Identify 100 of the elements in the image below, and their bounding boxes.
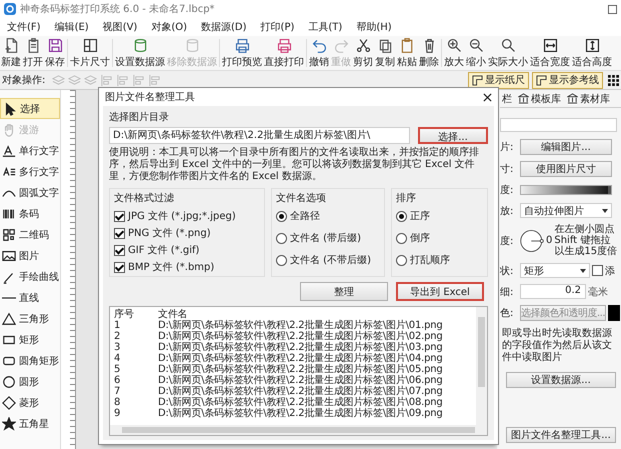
tool-item[interactable]: 圆弧文字: [0, 182, 60, 203]
radio-button[interactable]: [396, 210, 407, 222]
group-title: 文件名选项: [276, 192, 327, 205]
radio-button[interactable]: [276, 210, 287, 222]
radio-label: 倒序: [410, 232, 430, 245]
horizontal-scrollbar[interactable]: [110, 425, 487, 435]
toolbar-button[interactable]: 缩小: [465, 37, 487, 69]
table-cell: D:\新网页\条码标签软件\教程\2.2批量生成图片标签\图片\03.png: [158, 342, 443, 353]
table-cell: D:\新网页\条码标签软件\教程\2.2批量生成图片标签\图片\04.png: [158, 353, 443, 364]
dialog-button[interactable]: 整理: [300, 282, 388, 301]
table-cell: D:\新网页\条码标签软件\教程\2.2批量生成图片标签\图片\02.png: [158, 331, 443, 342]
menu-item[interactable]: 打印(P): [254, 20, 302, 34]
color-swatch[interactable]: [608, 305, 620, 321]
menu-item[interactable]: 编辑(E): [48, 20, 96, 34]
menu-item[interactable]: 数据源(D): [194, 20, 254, 34]
panel-button[interactable]: 使用图片尺寸: [520, 161, 612, 177]
toolbar-button[interactable]: 剪切: [352, 37, 374, 69]
toolbar-button[interactable]: 设置数据源: [114, 37, 166, 69]
tool-item[interactable]: 三角形: [0, 308, 60, 329]
tool-item[interactable]: 圆角矩形: [0, 350, 60, 371]
panel-button[interactable]: 编辑图片...: [520, 139, 612, 155]
toolbar-button[interactable]: 实际大小: [487, 37, 529, 69]
dropdown[interactable]: 自动拉伸图片: [520, 203, 612, 218]
checkbox[interactable]: [114, 228, 125, 238]
toolbar-button[interactable]: 粘贴: [396, 37, 418, 69]
diamond-icon: [2, 396, 16, 410]
toolbar-button[interactable]: 复制: [374, 37, 396, 69]
radio-button[interactable]: [276, 232, 287, 244]
menu-item[interactable]: 文件(F): [0, 20, 48, 34]
angle-dial-icon[interactable]: [520, 228, 544, 252]
tool-item[interactable]: 多行文字: [0, 161, 60, 182]
grid-icon[interactable]: [608, 74, 619, 86]
panel-button[interactable]: 图片文件名整理工具...: [506, 427, 616, 443]
ruler-icon: [536, 74, 547, 86]
close-icon[interactable]: [483, 92, 492, 102]
tool-item[interactable]: 矩形: [0, 329, 60, 350]
tool-item[interactable]: 二维码: [0, 224, 60, 245]
tool-item[interactable]: 单行文字: [0, 140, 60, 161]
panel-tab[interactable]: 素材库: [565, 90, 612, 107]
group-title: 文件格式过滤: [114, 192, 175, 205]
tool-item[interactable]: 圆形: [0, 371, 60, 392]
menu-item[interactable]: 帮助(H): [349, 20, 399, 34]
magnifier-icon: [500, 37, 516, 54]
table-cell: D:\新网页\条码标签软件\教程\2.2批量生成图片标签\图片\07.png: [158, 386, 443, 397]
vertical-scrollbar[interactable]: [476, 307, 487, 425]
radio-button[interactable]: [396, 254, 407, 266]
checkbox[interactable]: [114, 262, 125, 272]
field-label: 色:: [500, 307, 514, 320]
tool-item[interactable]: 菱形: [0, 392, 60, 413]
column-header[interactable]: 文件名: [158, 309, 188, 320]
tool-item[interactable]: 图片: [0, 245, 60, 266]
tool-item[interactable]: 手绘曲线: [0, 266, 60, 287]
maximize-icon[interactable]: [608, 4, 617, 14]
barcode-icon: [2, 206, 16, 220]
line-icon: [2, 296, 16, 298]
radio-label: 文件名 (带后缀): [290, 232, 361, 245]
menu-item[interactable]: 视图(V): [96, 20, 144, 34]
checkbox[interactable]: [114, 210, 125, 222]
card-size-icon: [82, 37, 98, 54]
toolbar-button[interactable]: 打印预览: [221, 37, 263, 69]
toolbar-button[interactable]: 放大: [443, 37, 465, 69]
toolbar-button[interactable]: 保存: [44, 37, 66, 69]
toolbar-button[interactable]: 卡片尺寸: [69, 37, 111, 69]
radio-button[interactable]: [396, 232, 407, 244]
tool-item[interactable]: 选择: [0, 98, 60, 119]
scissors-icon: [354, 37, 372, 54]
directory-field[interactable]: D:\新网页\条码标签软件\教程\2.2批量生成图片标签\图片\: [109, 127, 410, 144]
tool-item[interactable]: 直线: [0, 287, 60, 308]
panel-button[interactable]: 设置数据源...: [506, 372, 616, 388]
tool-item[interactable]: 条码: [0, 203, 60, 224]
hint-text: 以生成15度倍: [554, 246, 618, 257]
panel-tab[interactable]: 模板库: [516, 90, 563, 107]
radio-button[interactable]: [276, 254, 287, 266]
section-label: 选择图片目录: [109, 110, 170, 124]
toggle-button[interactable]: 显示纸尺: [468, 72, 529, 88]
toolbar-button[interactable]: 适合高度: [571, 37, 613, 69]
table-cell-text: 8: [114, 397, 122, 408]
table-cell: D:\新网页\条码标签软件\教程\2.2批量生成图片标签\图片\06.png: [158, 375, 443, 386]
checkbox-label: BMP 文件 (*.bmp): [128, 260, 214, 274]
panel-tab[interactable]: 栏: [500, 90, 514, 107]
column-header[interactable]: 序号: [114, 309, 158, 320]
toolbar-button[interactable]: 删除: [418, 37, 440, 69]
checkbox[interactable]: [592, 265, 603, 276]
number-field[interactable]: 0.2: [520, 284, 586, 299]
toolbar-button[interactable]: 直接打印: [263, 37, 305, 69]
browse-button[interactable]: 选择...: [418, 127, 488, 144]
table-cell-text: 4: [114, 353, 122, 364]
dropdown[interactable]: 矩形: [520, 263, 590, 278]
checkbox[interactable]: [114, 244, 125, 256]
dialog-button[interactable]: 导出到 Excel: [396, 282, 484, 301]
toolbar-button[interactable]: 新建: [0, 37, 22, 69]
toggle-button[interactable]: 显示参考线: [532, 72, 603, 88]
toolbar-button[interactable]: 撤销: [308, 37, 330, 69]
tool-item[interactable]: 五角星: [0, 413, 60, 434]
toolbar-button[interactable]: 适合宽度: [529, 37, 571, 69]
menu-item[interactable]: 工具(T): [301, 20, 350, 34]
library-icon: [518, 93, 529, 104]
input-field[interactable]: [500, 118, 617, 132]
menu-item[interactable]: 对象(O): [144, 20, 194, 34]
toolbar-button[interactable]: 打开: [22, 37, 44, 69]
